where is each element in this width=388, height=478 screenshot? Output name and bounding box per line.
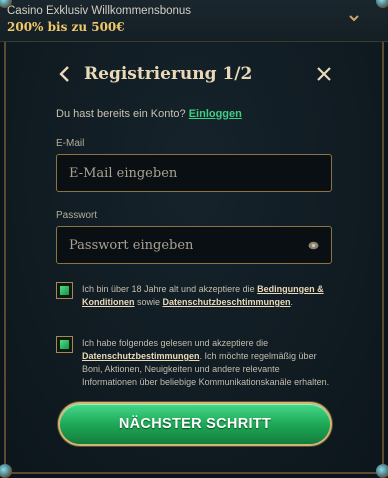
email-field-wrapper	[56, 154, 332, 192]
privacy-policy-link[interactable]: Datenschutzbeschtimmungen	[163, 297, 291, 307]
password-field[interactable]	[57, 227, 331, 263]
checkbox-checked-indicator	[60, 340, 69, 349]
terms-checkbox[interactable]	[56, 282, 73, 299]
password-field-wrapper	[56, 226, 332, 264]
frame-corner-ornament	[376, 464, 388, 478]
terms-consent-text: Ich bin über 18 Jahre alt und akzeptiere…	[82, 283, 332, 309]
terms-text-part: Ich bin über 18 Jahre alt und akzeptiere…	[82, 284, 258, 294]
login-link[interactable]: Einloggen	[189, 108, 242, 120]
banner-title: Casino Exklusiv Willkommensbonus	[7, 5, 192, 17]
next-step-button[interactable]: NÄCHSTER SCHRITT	[60, 404, 330, 444]
marketing-text-part: Ich habe folgendes gelesen und akzeptier…	[82, 338, 269, 348]
frame-corner-ornament	[0, 464, 12, 478]
bonus-banner[interactable]: Casino Exklusiv Willkommensbonus 200% bi…	[0, 0, 388, 42]
terms-text-part: .	[290, 297, 294, 307]
banner-bonus-amount: 200% bis zu 500€	[7, 20, 125, 34]
marketing-consent-text: Ich habe folgendes gelesen und akzeptier…	[82, 337, 332, 389]
login-prompt-text: Du hast bereits ein Konto?	[56, 108, 189, 120]
marketing-checkbox[interactable]	[56, 336, 73, 353]
password-label: Passwort	[56, 210, 98, 221]
checkbox-checked-indicator	[60, 286, 69, 295]
email-label: E-Mail	[56, 138, 85, 149]
login-prompt: Du hast bereits ein Konto? Einloggen	[56, 108, 242, 120]
close-icon[interactable]	[316, 66, 332, 82]
email-field[interactable]	[57, 155, 331, 191]
privacy-policy-link[interactable]: Datenschutzbestimmungen	[82, 351, 200, 361]
back-arrow-icon[interactable]	[58, 65, 72, 83]
chevron-down-icon[interactable]	[348, 12, 360, 24]
show-password-icon[interactable]	[308, 241, 319, 250]
terms-text-part: sowie	[134, 297, 163, 307]
page-title: Registrierung 1/2	[84, 64, 253, 84]
